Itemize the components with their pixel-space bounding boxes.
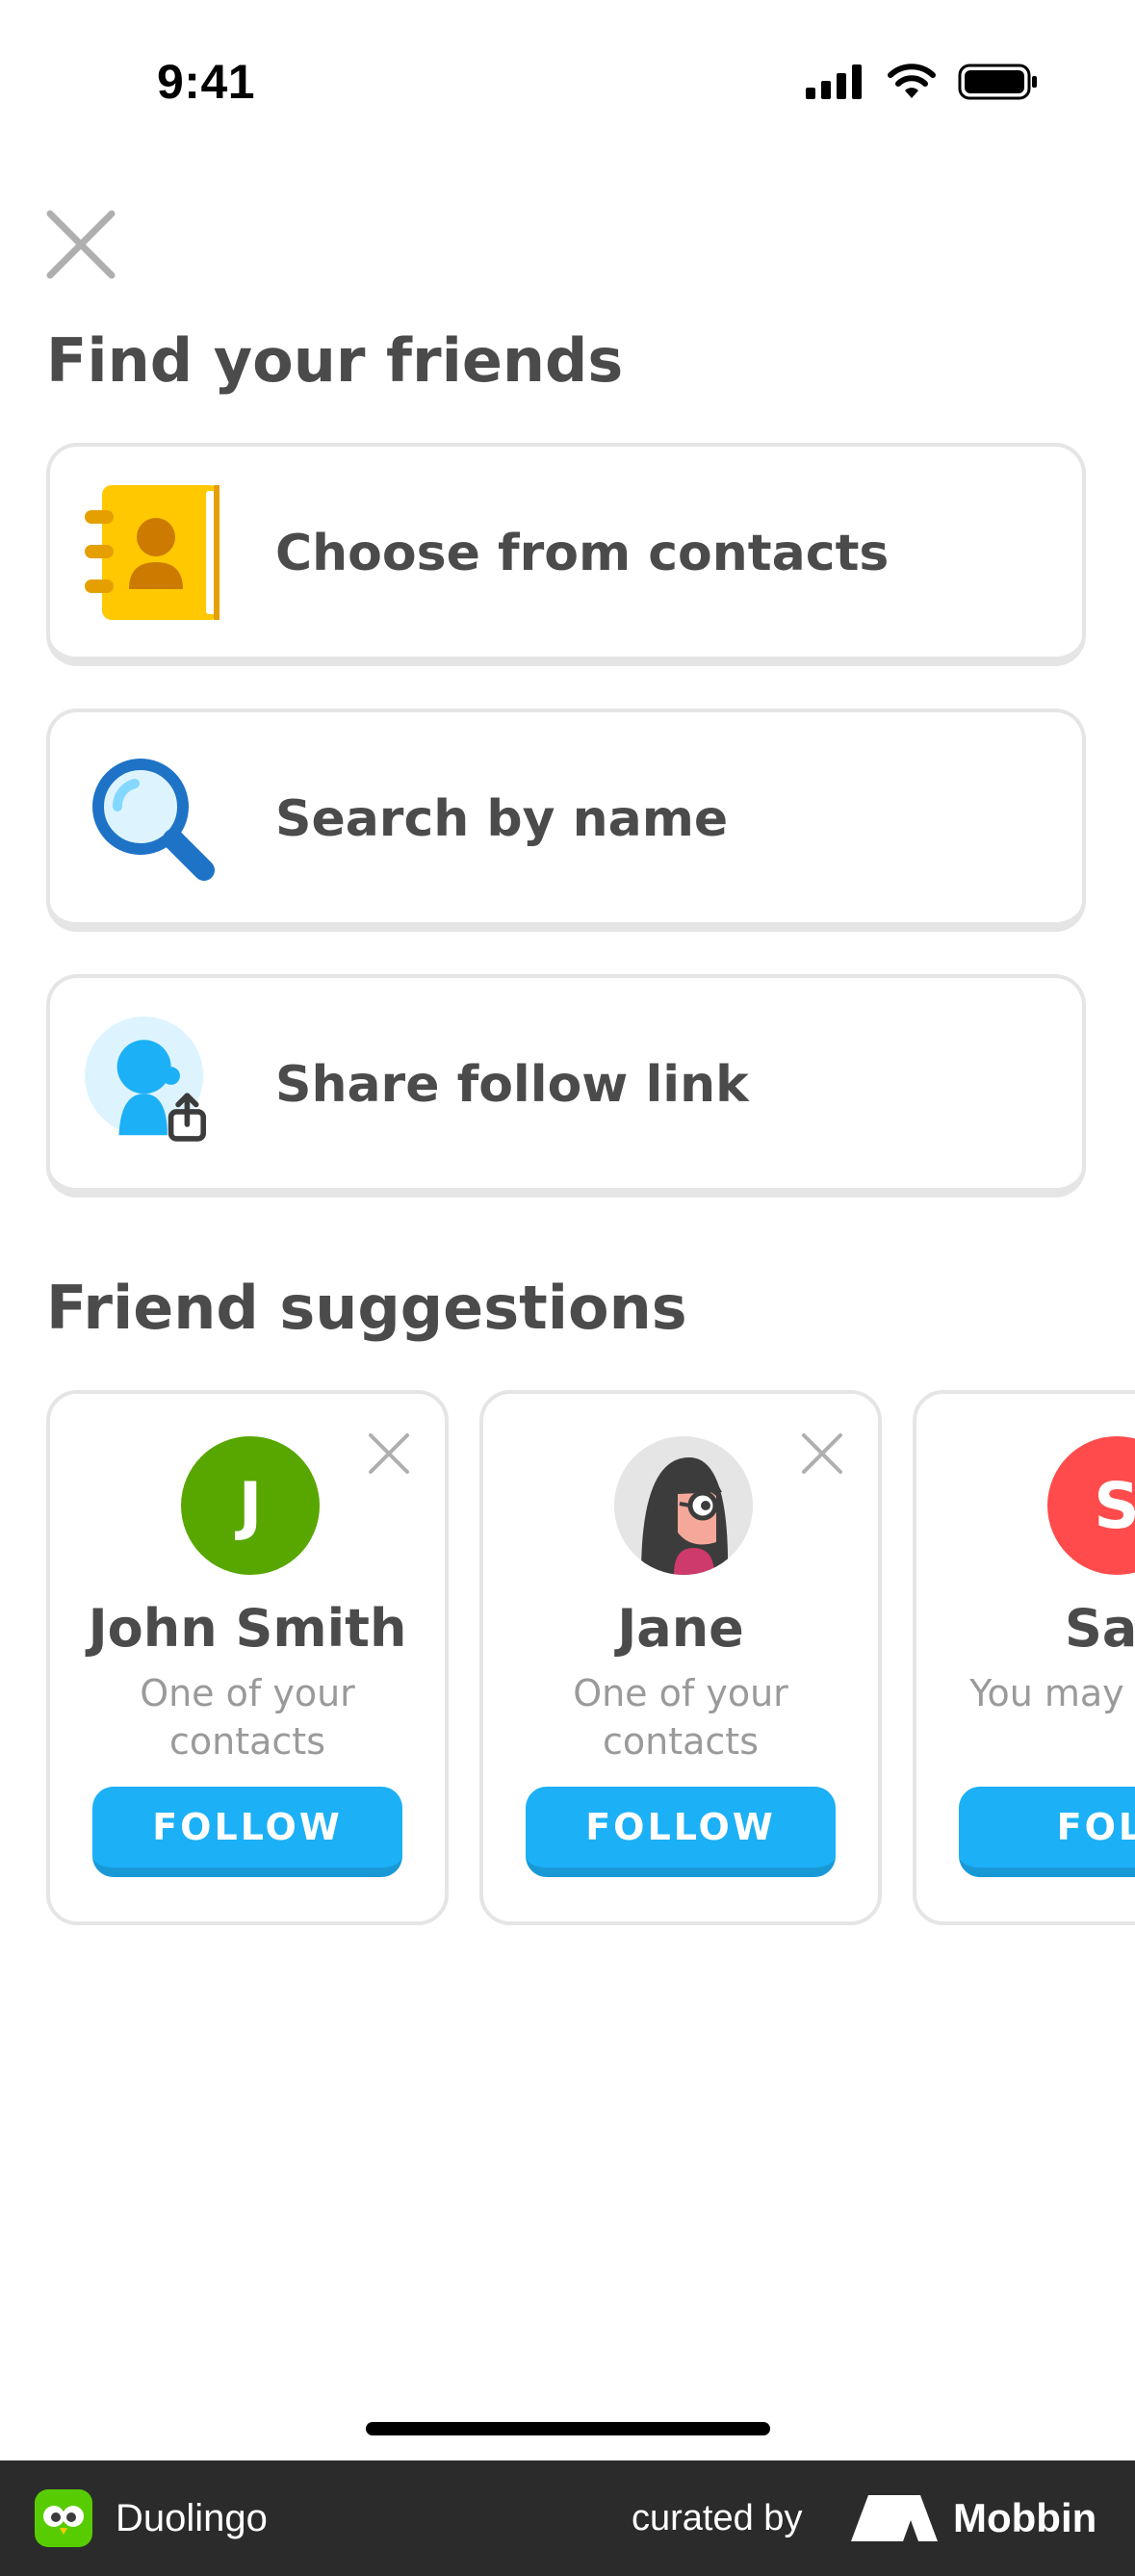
home-indicator	[366, 2422, 770, 2435]
dismiss-suggestion-icon[interactable]	[801, 1432, 843, 1475]
share-profile-icon	[85, 1017, 219, 1151]
suggestion-card: Jane One of your contacts FOLLOW	[479, 1390, 882, 1925]
magnifier-icon	[85, 751, 219, 886]
suggestions-carousel[interactable]: J John Smith One of your contacts FOLLOW	[46, 1390, 1135, 1929]
app-name: Duolingo	[116, 2496, 268, 2539]
avatar: S	[1047, 1436, 1135, 1575]
suggestion-reason: One of your contacts	[573, 1672, 788, 1763]
status-time: 9:41	[157, 55, 256, 109]
mobbin-logo-icon	[851, 2495, 938, 2541]
choose-from-contacts-label: Choose from contacts	[275, 525, 890, 582]
find-friends-screen: 9:41 Find your friends Choose from conta…	[0, 0, 1135, 2576]
contacts-book-icon	[85, 485, 219, 620]
suggestion-name: Sar	[1065, 1598, 1135, 1659]
cellular-signal-icon	[806, 64, 862, 99]
battery-icon	[958, 64, 1037, 100]
avatar: J	[181, 1436, 320, 1575]
suggestion-card: J John Smith One of your contacts FOLLOW	[46, 1390, 449, 1925]
attribution-bar: Duolingo curated by Mobbin	[0, 2460, 1135, 2576]
follow-button[interactable]: FOLLOW	[526, 1787, 836, 1877]
share-follow-link-label: Share follow link	[275, 1056, 749, 1114]
search-by-name-label: Search by name	[275, 790, 729, 848]
share-follow-link-button[interactable]: Share follow link	[46, 974, 1086, 1198]
suggestion-reason: You may each o	[969, 1672, 1135, 1714]
search-by-name-button[interactable]: Search by name	[46, 708, 1086, 932]
suggestion-name: Jane	[617, 1598, 744, 1659]
friend-suggestions-title: Friend suggestions	[46, 1273, 687, 1343]
suggestion-reason: One of your contacts	[140, 1672, 355, 1763]
character-avatar-icon	[614, 1436, 753, 1575]
avatar	[614, 1436, 753, 1575]
duolingo-owl-icon	[35, 2489, 92, 2547]
follow-button[interactable]: FOLL	[959, 1787, 1135, 1877]
follow-button[interactable]: FOLLOW	[92, 1787, 402, 1877]
close-icon	[46, 210, 116, 279]
wifi-icon	[888, 64, 936, 98]
suggestion-card: S Sar You may each o FOLL	[913, 1390, 1135, 1925]
curated-by-label: curated by	[632, 2497, 803, 2538]
close-button[interactable]	[44, 208, 117, 281]
suggestion-name: John Smith	[88, 1598, 407, 1659]
dismiss-suggestion-icon[interactable]	[368, 1432, 410, 1475]
status-icons	[806, 64, 1039, 100]
choose-from-contacts-button[interactable]: Choose from contacts	[46, 443, 1086, 666]
find-friends-title: Find your friends	[46, 325, 624, 396]
mobbin-brand: Mobbin	[953, 2495, 1097, 2540]
